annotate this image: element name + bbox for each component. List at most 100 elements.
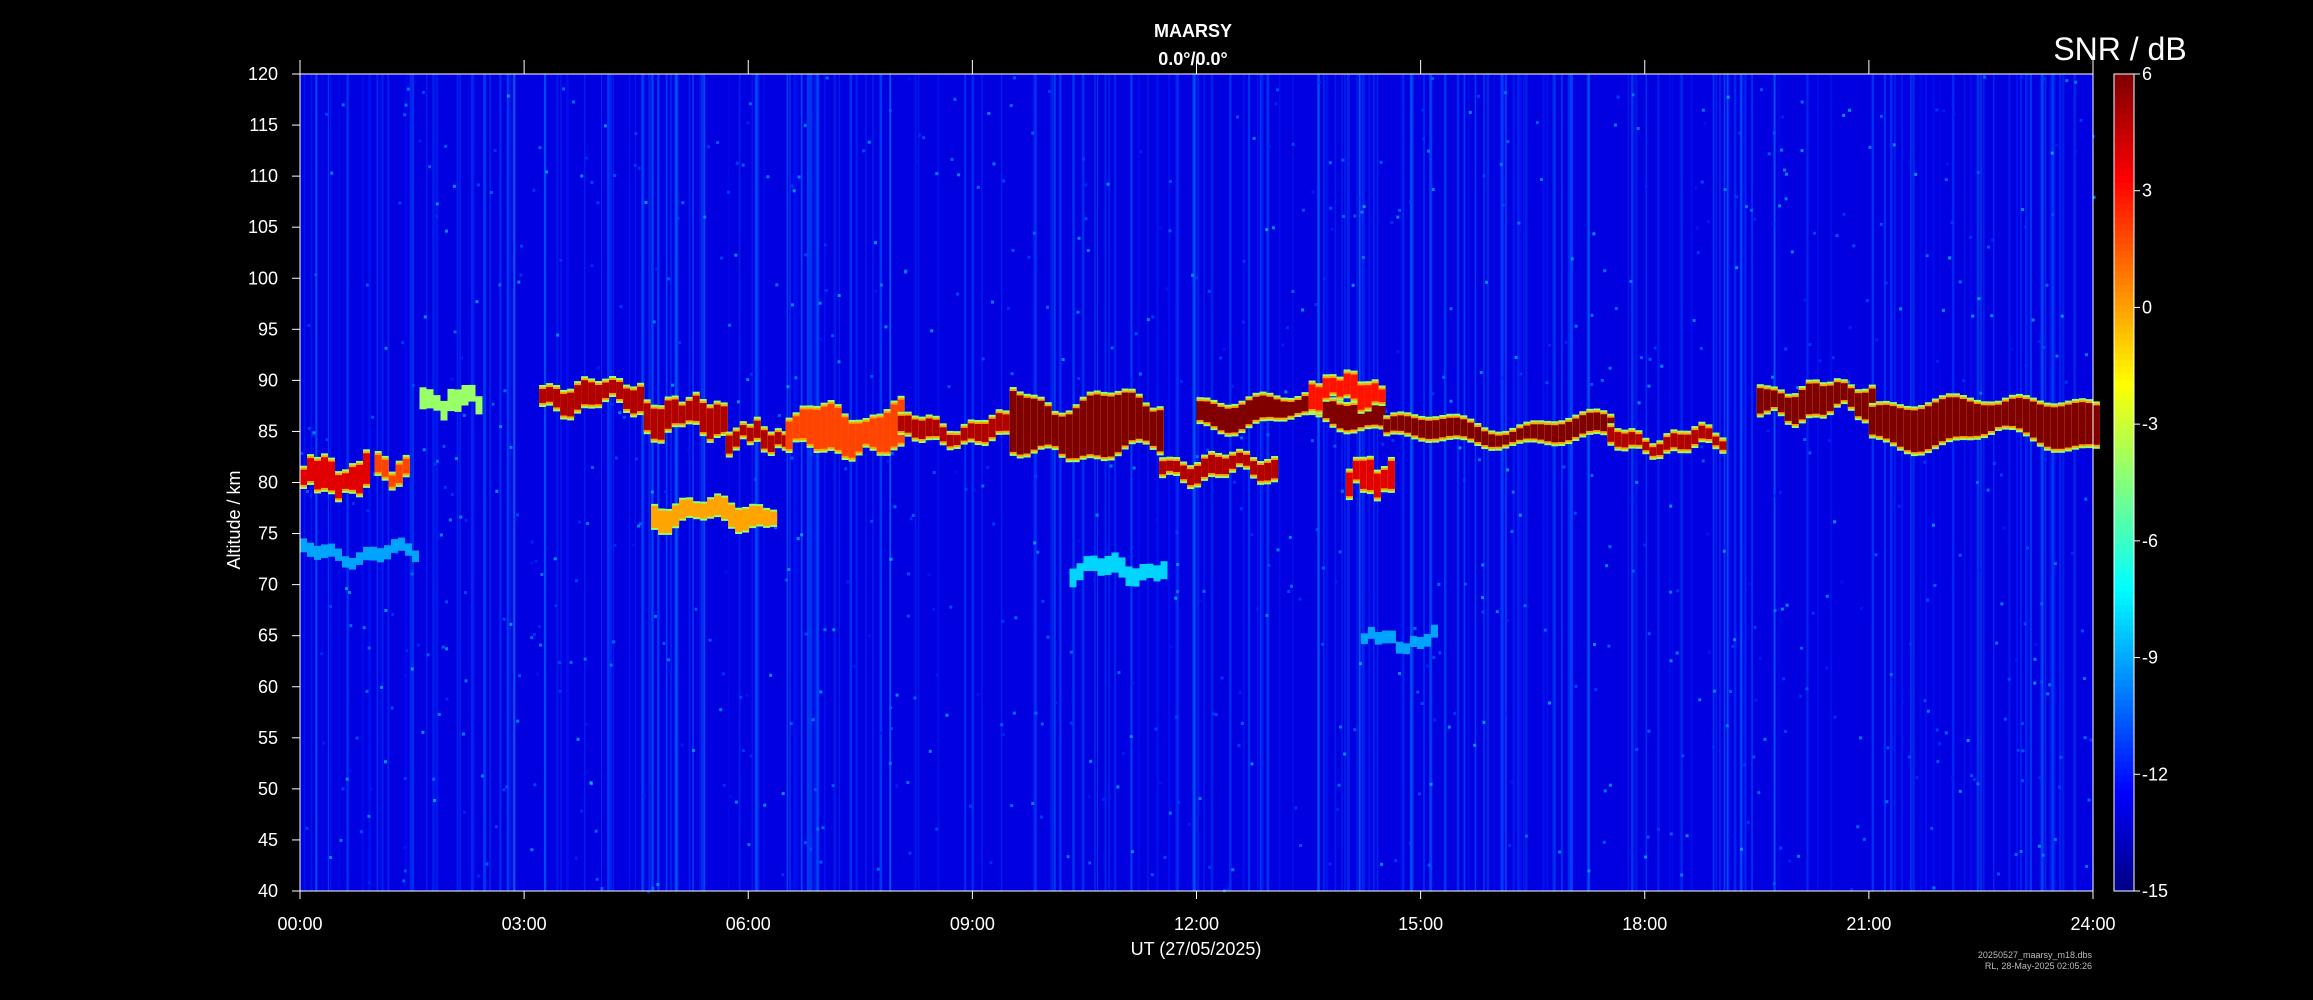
echo-cell bbox=[1322, 378, 1330, 398]
noise-speck bbox=[1669, 832, 1673, 836]
echo-cell bbox=[546, 387, 554, 402]
echo-cell bbox=[1142, 406, 1150, 441]
noise-speck bbox=[2059, 755, 2063, 759]
noise-speck bbox=[1518, 513, 1522, 517]
noise-speck bbox=[439, 533, 443, 537]
colorbar-segment bbox=[2114, 182, 2134, 191]
noise-speck bbox=[1923, 699, 1927, 703]
colorbar-segment bbox=[2114, 387, 2134, 395]
noise-speck bbox=[459, 515, 463, 519]
noise-speck bbox=[1808, 343, 1812, 346]
colorbar-segment bbox=[2114, 571, 2134, 579]
noise-speck bbox=[1991, 238, 1994, 242]
colorbar-segment bbox=[2114, 741, 2134, 749]
noise-speck bbox=[884, 325, 888, 329]
colorbar-segment bbox=[2114, 359, 2134, 368]
echo-cell bbox=[1952, 397, 1960, 437]
noise-speck bbox=[405, 649, 409, 653]
colorbar-segment bbox=[2114, 530, 2134, 538]
noise-speck bbox=[1647, 729, 1651, 733]
noise-streak bbox=[879, 74, 883, 891]
noise-speck bbox=[1944, 731, 1948, 735]
noise-speck bbox=[365, 283, 369, 287]
noise-speck bbox=[1510, 780, 1514, 784]
noise-speck bbox=[569, 660, 573, 664]
noise-speck bbox=[1772, 131, 1776, 135]
noise-speck bbox=[819, 690, 823, 694]
noise-streak bbox=[1000, 74, 1003, 891]
noise-streak bbox=[1542, 74, 1545, 891]
echo-cell bbox=[664, 400, 672, 429]
noise-streak bbox=[1411, 74, 1414, 891]
noise-streak bbox=[1739, 74, 1743, 891]
colorbar-segment bbox=[2114, 482, 2134, 490]
echo-cell bbox=[1390, 416, 1398, 431]
echo-cell bbox=[1357, 385, 1365, 410]
noise-speck bbox=[1700, 180, 1704, 184]
echo-cell bbox=[1111, 556, 1119, 569]
noise-speck bbox=[1106, 182, 1110, 186]
noise-streak bbox=[1893, 74, 1896, 891]
noise-speck bbox=[874, 289, 878, 293]
echo-cell bbox=[1076, 567, 1084, 577]
noise-speck bbox=[1468, 110, 1472, 114]
echo-cell bbox=[335, 552, 342, 557]
noise-speck bbox=[1788, 859, 1792, 863]
echo-cell bbox=[1677, 434, 1685, 450]
noise-speck bbox=[1629, 280, 1633, 283]
echo-cell bbox=[1607, 427, 1615, 442]
noise-speck bbox=[1429, 782, 1433, 786]
echo-cell bbox=[2050, 407, 2058, 449]
echo-cell bbox=[335, 475, 342, 499]
noise-streak bbox=[823, 74, 826, 891]
noise-speck bbox=[1237, 744, 1241, 748]
noise-speck bbox=[1933, 583, 1937, 587]
noise-speck bbox=[1031, 802, 1035, 805]
noise-speck bbox=[1800, 100, 1804, 104]
noise-streak bbox=[688, 74, 691, 891]
echo-cell bbox=[1343, 373, 1351, 395]
echo-cell bbox=[960, 427, 968, 441]
noise-speck bbox=[1084, 217, 1088, 221]
noise-streak bbox=[1778, 74, 1781, 891]
noise-speck bbox=[904, 269, 908, 273]
colorbar-segment bbox=[2114, 462, 2134, 470]
noise-speck bbox=[1421, 108, 1425, 112]
echo-cell bbox=[679, 501, 687, 517]
noise-streak bbox=[964, 74, 967, 891]
noise-speck bbox=[1886, 746, 1890, 750]
noise-speck bbox=[1952, 112, 1956, 116]
noise-speck bbox=[445, 647, 449, 651]
echo-cell bbox=[672, 507, 680, 525]
echo-cell bbox=[1159, 461, 1167, 475]
noise-speck bbox=[1643, 543, 1647, 547]
noise-streak bbox=[657, 74, 660, 891]
echo-cell bbox=[349, 467, 356, 490]
noise-speck bbox=[320, 652, 324, 656]
colorbar-segment bbox=[2114, 686, 2134, 695]
x-tick-label: 18:00 bbox=[1622, 914, 1667, 934]
noise-speck bbox=[1548, 701, 1551, 705]
noise-speck bbox=[981, 484, 985, 488]
noise-speck bbox=[2074, 150, 2078, 154]
noise-streak bbox=[1054, 74, 1056, 891]
noise-speck bbox=[1753, 625, 1757, 629]
echo-cell bbox=[1030, 398, 1038, 450]
noise-streak bbox=[1104, 74, 1107, 891]
echo-cell bbox=[1395, 645, 1403, 650]
noise-speck bbox=[1511, 490, 1515, 494]
noise-speck bbox=[435, 215, 439, 218]
colorbar-segment bbox=[2114, 441, 2134, 450]
noise-speck bbox=[516, 719, 520, 723]
noise-streak bbox=[642, 74, 645, 891]
echo-cell bbox=[763, 511, 771, 524]
noise-speck bbox=[781, 792, 785, 795]
noise-speck bbox=[300, 451, 304, 455]
y-tick-label: 40 bbox=[258, 881, 278, 901]
colorbar-segment bbox=[2114, 434, 2134, 443]
noise-streak bbox=[738, 74, 741, 891]
noise-speck bbox=[421, 90, 425, 94]
noise-speck bbox=[1773, 609, 1777, 613]
noise-speck bbox=[1590, 474, 1594, 478]
colorbar-segment bbox=[2114, 210, 2134, 218]
